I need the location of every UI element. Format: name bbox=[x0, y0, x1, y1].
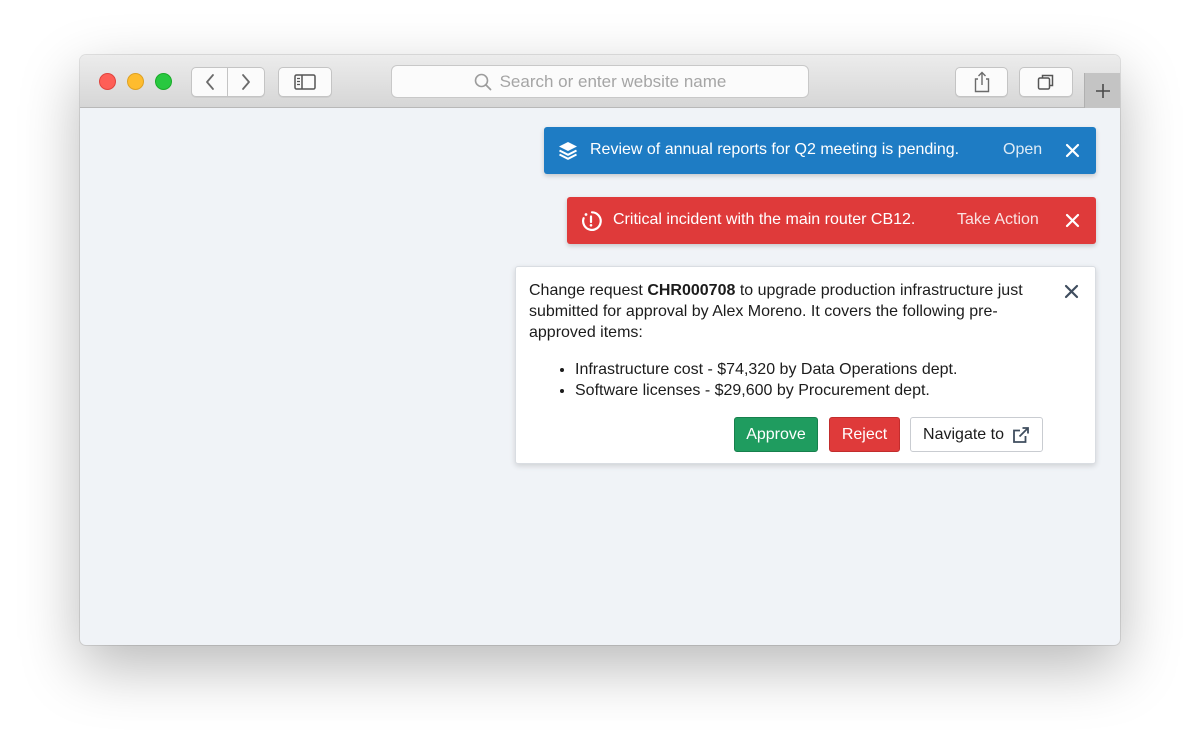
change-request-notification: Change request CHR000708 to upgrade prod… bbox=[515, 266, 1096, 464]
approve-button[interactable]: Approve bbox=[734, 417, 818, 452]
address-placeholder: Search or enter website name bbox=[499, 71, 727, 91]
info-notification: Review of annual reports for Q2 meeting … bbox=[544, 127, 1096, 174]
address-bar[interactable]: Search or enter website name bbox=[391, 65, 809, 98]
navigate-label: Navigate to bbox=[923, 425, 1004, 443]
open-link[interactable]: Open bbox=[1003, 141, 1042, 159]
approve-label: Approve bbox=[746, 425, 806, 443]
close-icon[interactable] bbox=[1064, 284, 1079, 299]
reject-label: Reject bbox=[841, 425, 888, 443]
change-request-text: Change request CHR000708 to upgrade prod… bbox=[529, 280, 1039, 343]
browser-toolbar: Search or enter website name bbox=[80, 55, 1120, 108]
maximize-window-button[interactable] bbox=[155, 73, 172, 90]
critical-notification: Critical incident with the main router C… bbox=[567, 197, 1096, 244]
alert-clock-icon bbox=[582, 211, 602, 231]
pre-approved-items-list: Infrastructure cost - $74,320 by Data Op… bbox=[575, 359, 957, 401]
new-tab-button[interactable] bbox=[1084, 73, 1120, 108]
close-window-button[interactable] bbox=[99, 73, 116, 90]
external-link-icon bbox=[1013, 426, 1029, 443]
change-request-id: CHR000708 bbox=[647, 282, 736, 299]
list-item: Infrastructure cost - $74,320 by Data Op… bbox=[575, 359, 957, 380]
navigate-to-button[interactable]: Navigate to bbox=[910, 417, 1043, 452]
sidebar-toggle-button[interactable] bbox=[278, 67, 332, 97]
search-icon bbox=[474, 73, 491, 90]
layers-icon bbox=[559, 142, 577, 160]
close-icon[interactable] bbox=[1065, 213, 1080, 228]
share-button[interactable] bbox=[955, 67, 1008, 97]
take-action-link[interactable]: Take Action bbox=[957, 211, 1039, 229]
sidebar-icon bbox=[294, 74, 316, 90]
notification-message: Critical incident with the main router C… bbox=[613, 211, 916, 228]
change-request-prefix: Change request bbox=[529, 282, 648, 299]
tabs-icon bbox=[1037, 74, 1054, 90]
tab-overview-button[interactable] bbox=[1019, 67, 1073, 97]
share-icon bbox=[974, 71, 989, 93]
list-item: Software licenses - $29,600 by Procureme… bbox=[575, 380, 957, 401]
chevron-right-icon bbox=[242, 74, 250, 90]
chevron-left-icon bbox=[205, 74, 214, 90]
close-icon[interactable] bbox=[1065, 143, 1080, 158]
minimize-window-button[interactable] bbox=[127, 73, 144, 90]
back-button[interactable] bbox=[191, 67, 228, 97]
forward-button[interactable] bbox=[228, 67, 265, 97]
reject-button[interactable]: Reject bbox=[829, 417, 900, 452]
notification-message: Review of annual reports for Q2 meeting … bbox=[590, 141, 960, 158]
browser-window: Search or enter website name Review of a… bbox=[80, 55, 1120, 645]
plus-icon bbox=[1095, 83, 1110, 98]
